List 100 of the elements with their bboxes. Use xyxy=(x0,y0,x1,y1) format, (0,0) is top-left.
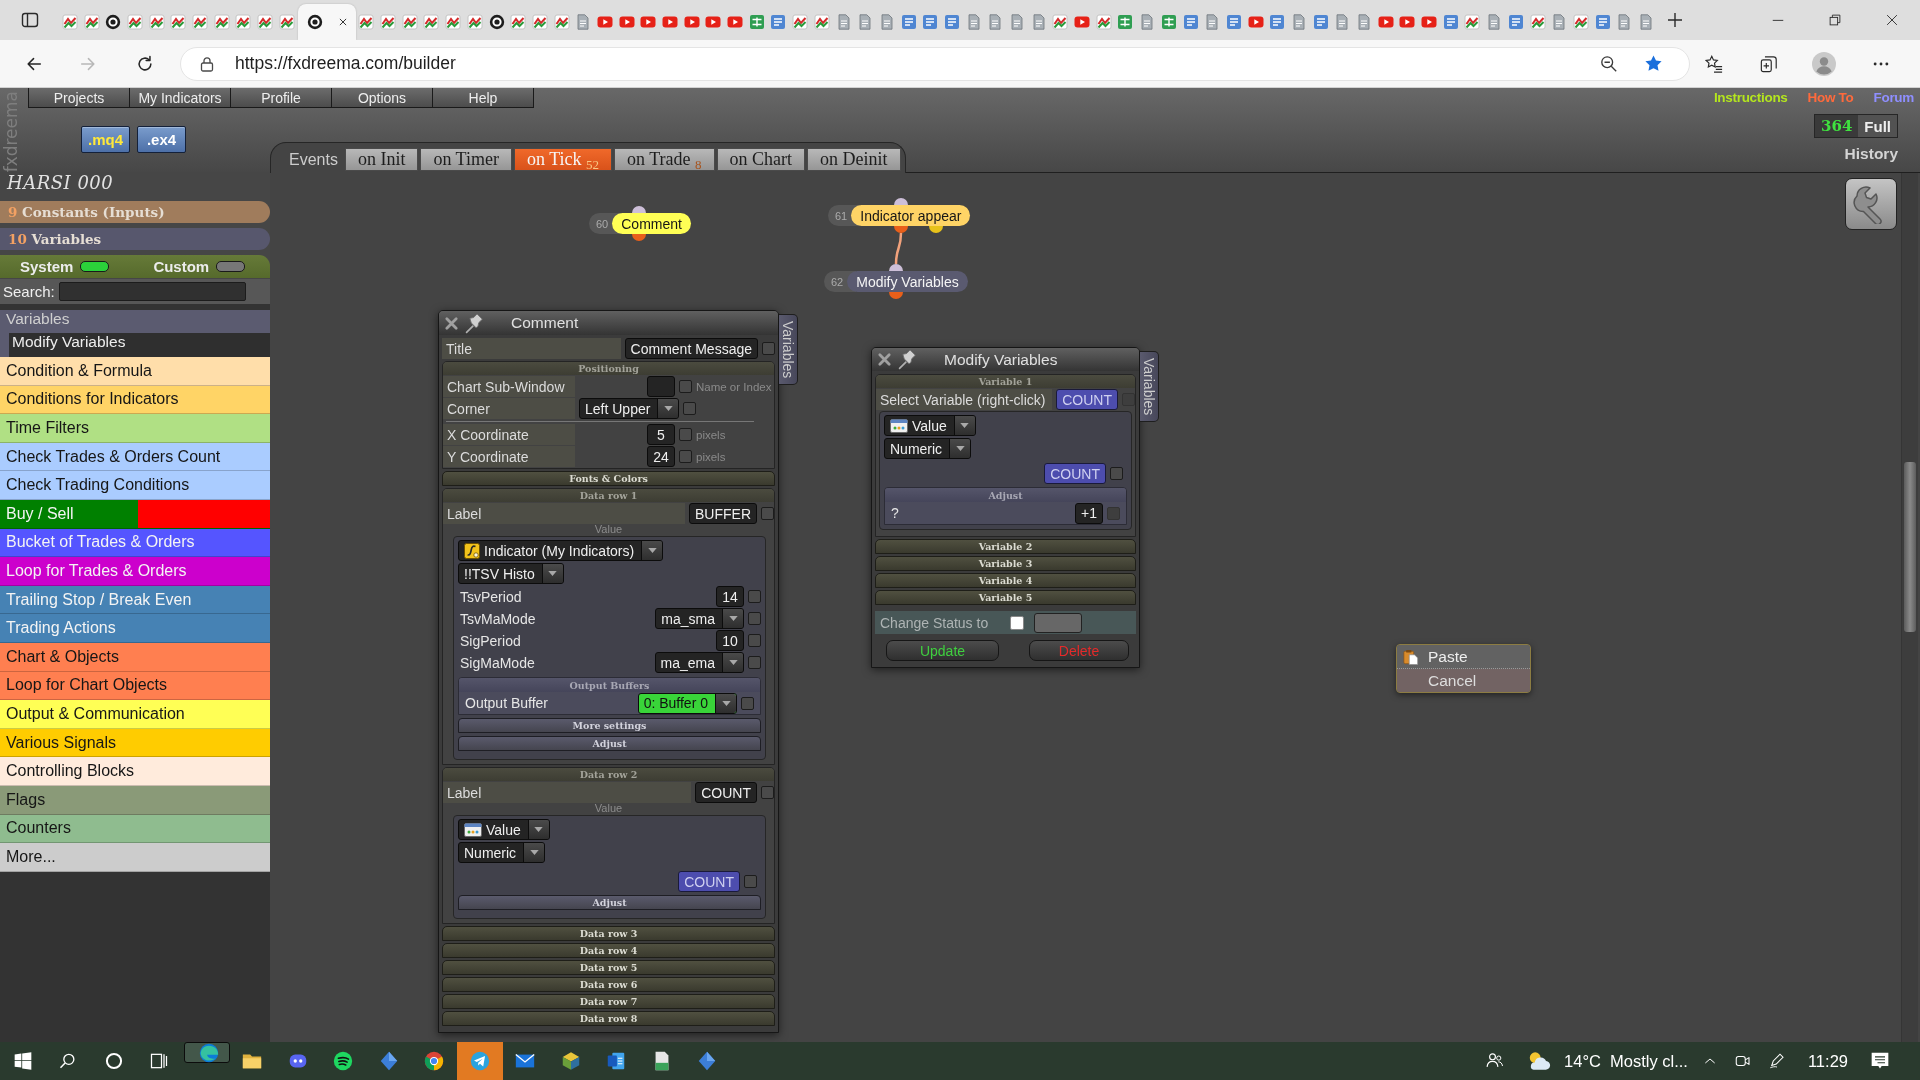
checkbox[interactable] xyxy=(748,634,761,647)
notification-icon[interactable] xyxy=(1870,1051,1890,1071)
input-field[interactable]: 24 xyxy=(647,446,675,467)
category-item[interactable]: Loop for Trades & Orders xyxy=(0,557,270,586)
toggle-switch[interactable] xyxy=(216,261,246,272)
pen-icon[interactable] xyxy=(1767,1052,1786,1070)
connector-knob-icon[interactable] xyxy=(889,264,903,271)
dropdown[interactable]: 0: Buffer 0 xyxy=(637,692,737,714)
event-tab[interactable]: on Init xyxy=(344,148,419,171)
category-item[interactable]: Controlling Blocks xyxy=(0,757,270,786)
flow-block[interactable]: Modify Variables xyxy=(847,271,968,292)
checkbox[interactable] xyxy=(679,450,692,463)
category-item[interactable]: Counters xyxy=(0,814,270,844)
update-button[interactable]: Update xyxy=(886,640,999,661)
close-icon[interactable] xyxy=(337,17,348,27)
dropdown[interactable]: ma_ema xyxy=(654,652,744,673)
star-icon[interactable] xyxy=(1644,54,1663,73)
input-field[interactable]: 5 xyxy=(647,424,675,445)
dropdown[interactable]: Numeric xyxy=(458,842,546,863)
avatar-icon[interactable] xyxy=(1812,51,1836,76)
checkbox[interactable] xyxy=(1110,467,1123,480)
checkbox[interactable] xyxy=(748,612,761,625)
connector-knob-icon[interactable] xyxy=(889,292,903,299)
section-header[interactable]: Positioning xyxy=(443,362,774,375)
connector-knob-icon[interactable] xyxy=(632,206,646,213)
pin-icon[interactable] xyxy=(465,312,486,334)
favorites-icon[interactable] xyxy=(1705,54,1723,73)
menu-item[interactable]: Options xyxy=(331,88,433,108)
dropdown[interactable]: ma_sma xyxy=(655,608,744,629)
category-item[interactable]: Check Trading Conditions xyxy=(0,471,270,500)
tab-actions-icon[interactable] xyxy=(21,11,39,29)
menu-item[interactable]: Cancel xyxy=(1397,669,1530,692)
checkbox[interactable] xyxy=(748,656,761,669)
checkbox[interactable] xyxy=(761,507,774,520)
plus-icon[interactable] xyxy=(1666,12,1683,28)
start-icon[interactable] xyxy=(12,1051,33,1071)
dropdown[interactable]: Value xyxy=(458,819,550,840)
checkbox[interactable] xyxy=(741,696,754,710)
variable-field[interactable]: COUNT xyxy=(1056,389,1118,410)
url-text[interactable]: https://fxdreema.com/builder xyxy=(235,53,456,74)
event-tab[interactable]: on Deinit xyxy=(807,148,901,171)
task-view-icon[interactable] xyxy=(149,1051,170,1071)
section-header[interactable]: More settings xyxy=(458,718,761,733)
weather-text[interactable]: Mostly cl... xyxy=(1610,1051,1688,1071)
refresh-icon[interactable] xyxy=(136,54,154,73)
connector-knob-icon[interactable] xyxy=(632,234,646,241)
ring-icon[interactable] xyxy=(103,1051,124,1071)
checkbox[interactable] xyxy=(762,342,775,355)
event-tab[interactable]: on Chart xyxy=(716,148,805,171)
category-item[interactable]: Chart & Objects xyxy=(0,642,270,672)
side-tab[interactable]: Variables xyxy=(1140,351,1159,423)
event-tab[interactable]: on Trade $_{8}$ xyxy=(614,148,715,171)
section-header[interactable]: Variable 4 xyxy=(875,573,1136,588)
checkbox[interactable] xyxy=(1107,506,1120,520)
category-item[interactable]: Trailing Stop / Break Even xyxy=(0,585,270,615)
section-header[interactable]: Data row 4 xyxy=(442,943,775,958)
category-item[interactable]: More... xyxy=(0,843,270,872)
category-item[interactable]: Condition & Formula xyxy=(0,357,270,386)
category-item[interactable]: Loop for Chart Objects xyxy=(0,671,270,701)
checkbox[interactable] xyxy=(1122,393,1135,406)
mode-button[interactable]: Full xyxy=(1858,115,1897,137)
category-item[interactable]: Flags xyxy=(0,785,270,815)
connector-knob-icon[interactable] xyxy=(929,226,943,233)
category-item[interactable]: Check Trades & Orders Count xyxy=(0,442,270,472)
menu-item[interactable]: Profile xyxy=(230,88,332,108)
checkbox[interactable] xyxy=(761,786,774,799)
variable-field[interactable]: COUNT xyxy=(678,871,740,892)
input-field[interactable]: Comment Message xyxy=(624,338,758,359)
dropdown[interactable]: Numeric xyxy=(884,438,972,459)
flow-block[interactable]: Indicator appear xyxy=(851,205,971,226)
connector-knob-icon[interactable] xyxy=(894,226,908,233)
section-header[interactable]: Variable 3 xyxy=(875,556,1136,571)
section-header[interactable]: Data row 8 xyxy=(442,1011,775,1026)
dropdown[interactable]: Value xyxy=(884,415,976,436)
menu-item[interactable]: Help xyxy=(432,88,534,108)
section-header[interactable]: Variable 5 xyxy=(875,590,1136,605)
dropdown[interactable]: Indicator (My Indicators) xyxy=(458,540,664,561)
search-field[interactable] xyxy=(58,282,246,301)
restore-icon[interactable] xyxy=(1828,14,1841,26)
dropdown[interactable]: Left Upper xyxy=(579,398,680,419)
category-item[interactable]: Output & Communication xyxy=(0,700,270,729)
side-tab[interactable]: Variables xyxy=(779,314,798,386)
header-link[interactable]: Instructions xyxy=(1713,90,1788,105)
section-header[interactable]: Adjust xyxy=(458,736,761,751)
toggle-switch[interactable] xyxy=(80,261,110,272)
category-item[interactable]: Conditions for Indicators xyxy=(0,385,270,415)
group-header[interactable]: 10 Variables xyxy=(0,228,270,250)
menu-item[interactable]: My Indicators xyxy=(129,88,231,108)
checkbox[interactable] xyxy=(679,428,692,441)
close-icon[interactable] xyxy=(1885,14,1898,26)
input-field[interactable] xyxy=(647,376,675,397)
file-button[interactable]: .ex4 xyxy=(137,126,186,153)
flow-block[interactable]: Comment xyxy=(612,213,691,234)
menu-item[interactable]: Paste xyxy=(1397,645,1530,669)
scrollbar[interactable] xyxy=(1901,173,1918,1042)
category-item[interactable]: Time Filters xyxy=(0,414,270,443)
scroll-thumb[interactable] xyxy=(1904,462,1916,632)
section-header[interactable]: Adjust xyxy=(458,895,761,910)
block-item[interactable]: Modify Variables xyxy=(0,333,270,357)
input-field[interactable]: 14 xyxy=(716,586,744,607)
